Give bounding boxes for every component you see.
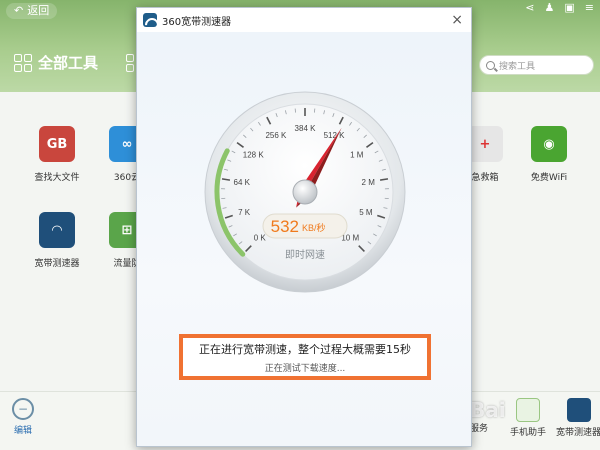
speedtest-logo-icon (143, 13, 157, 27)
status-main-text: 正在进行宽带测速，整个过程大概需要15秒 (199, 342, 411, 356)
search-placeholder: 搜索工具 (499, 61, 536, 72)
tool-speed-tester[interactable]: ◠ 宽带测速器 (22, 212, 92, 269)
gauge-tick-label: 1 M (350, 150, 364, 159)
speed-gauge: 0 K7 K 64 K 128 K 256 K 384 K 512 K1 M2 M5 M1… (203, 90, 407, 298)
back-label: 返回 (27, 4, 50, 17)
phone-helper-icon (516, 398, 540, 422)
gauge-hub (292, 179, 318, 205)
close-button[interactable]: × (451, 12, 463, 28)
share-icon[interactable]: ⋖ (525, 1, 534, 14)
gauge-svg: 0 K7 K64 K128 K256 K384 K512 K1 M2 M5 M1… (204, 91, 406, 293)
tool-find-large-files[interactable]: GB 查找大文件 (22, 126, 92, 183)
phone-helper-label: 手机助手 (510, 428, 547, 438)
back-arrow-icon: ↶ (14, 4, 24, 17)
tool-label: 查找大文件 (34, 173, 80, 183)
phone-helper-button[interactable]: 手机助手 (510, 398, 546, 438)
gauge-tick-label: 7 K (238, 208, 251, 217)
gauge-tick-label: 64 K (234, 178, 251, 187)
status-box: 正在进行宽带测速，整个过程大概需要15秒 正在测试下载速度... (179, 334, 431, 380)
gb-file-icon: GB (39, 126, 75, 162)
back-button[interactable]: ↶ 返回 (6, 3, 58, 19)
service-label: 服务 (470, 424, 489, 434)
speedometer-icon (566, 398, 591, 422)
gauge-tick-label: 2 M (362, 178, 376, 187)
tool-label: 急救箱 (471, 173, 499, 183)
dialog-titlebar: 360宽带测速器 (137, 8, 471, 32)
gauge-tick-label: 5 M (359, 208, 373, 217)
gauge-caption: 即时网速 (285, 249, 325, 261)
speed-value: 532 (271, 217, 299, 236)
search-icon (486, 60, 495, 70)
speed-unit: KB/秒 (302, 222, 326, 233)
gauge-tick-label: 384 K (295, 124, 317, 133)
grid-icon (14, 53, 32, 72)
speedometer-icon: ◠ (39, 212, 75, 248)
dialog-body: 0 K7 K 64 K 128 K 256 K 384 K 512 K1 M2 M5 M1… (137, 32, 471, 446)
dialog-title: 360宽带测速器 (162, 16, 232, 28)
speedtest-bottom-button[interactable]: 宽带测速器 (556, 398, 600, 438)
edit-icon: − (12, 398, 34, 420)
all-tools-header: 全部工具 (14, 52, 98, 73)
gauge-tick-label: 0 K (254, 233, 267, 242)
skin-icon[interactable]: ▣ (564, 1, 574, 14)
gauge-tick-label: 10 M (341, 233, 359, 242)
speedtest-dialog: 360宽带测速器 × 0 K 7 K 64 K 128 K 256 K 384 … (136, 7, 472, 447)
tool-label: 宽带测速器 (34, 259, 80, 269)
gauge-tick-label: 128 K (243, 150, 265, 159)
watermark: Bai (470, 398, 506, 422)
menu-icon[interactable]: ≡ (585, 1, 594, 14)
status-sub-text: 正在测试下载速度... (264, 363, 346, 374)
edit-button[interactable]: − 编辑 (12, 398, 34, 436)
edit-label: 编辑 (13, 426, 32, 436)
android-icon[interactable]: ♟ (545, 1, 555, 14)
window-controls: ⋖ ♟ ▣ ≡ (525, 1, 594, 14)
first-aid-icon: + (467, 126, 503, 162)
speedtest-label: 宽带测速器 (556, 428, 600, 438)
tool-label: 免费WiFi (530, 173, 568, 183)
tool-free-wifi[interactable]: ◉ 免费WiFi (514, 126, 584, 183)
all-tools-label: 全部工具 (38, 54, 99, 72)
search-input[interactable]: 搜索工具 (479, 55, 594, 75)
gauge-tick-label: 256 K (265, 131, 287, 140)
wifi-icon: ◉ (531, 126, 567, 162)
